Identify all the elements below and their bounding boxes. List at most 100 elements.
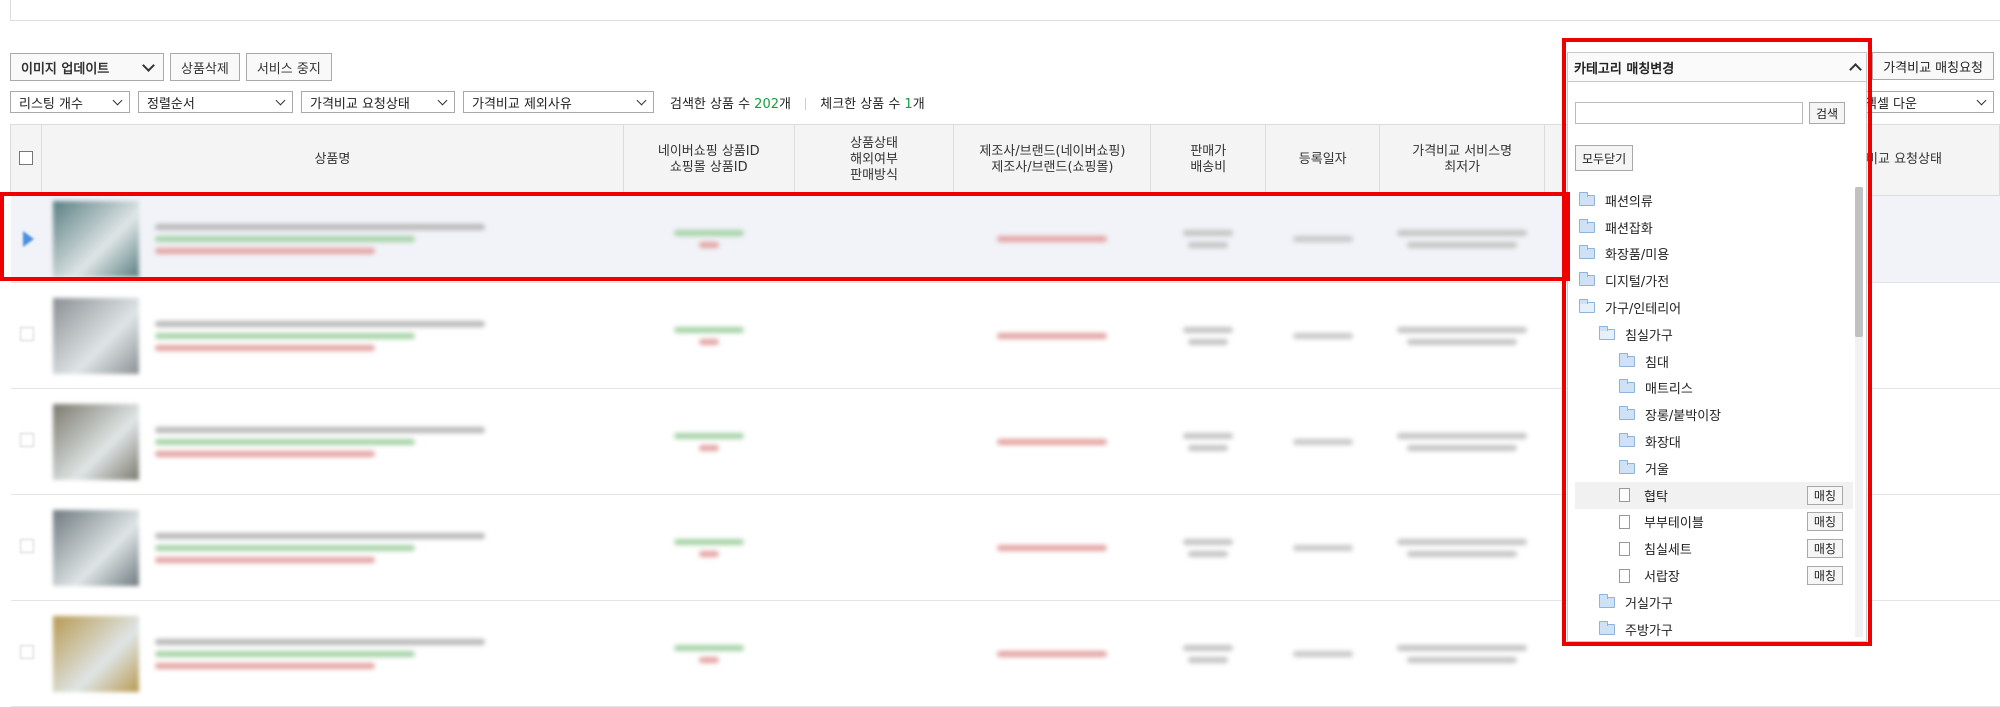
stop-service-button[interactable]: 서비스 중지: [245, 53, 332, 81]
category-tree-item[interactable]: 패션의류: [1575, 187, 1853, 214]
product-thumbnail[interactable]: [53, 509, 140, 586]
product-thumbnail[interactable]: [53, 615, 140, 692]
table-cell: [953, 600, 1151, 707]
product-name-blurred[interactable]: [155, 421, 495, 463]
table-cell: [953, 494, 1151, 601]
category-label: 디지털/가전: [1605, 275, 1670, 291]
select-all-cell: [10, 124, 42, 196]
row-checkbox[interactable]: [19, 326, 34, 341]
excel-download-select[interactable]: 엑셀 다운: [1856, 91, 1994, 113]
category-tree-item[interactable]: 거울: [1575, 455, 1853, 482]
table-cell: [41, 195, 624, 283]
col-status-line1: 상품상태: [850, 136, 898, 151]
select-all-checkbox[interactable]: [18, 150, 33, 165]
scrollbar-thumb[interactable]: [1855, 187, 1863, 337]
row-checkbox[interactable]: [19, 538, 34, 553]
table-cell: [1150, 195, 1266, 283]
category-tree-item[interactable]: 장롱/붙박이장: [1575, 401, 1853, 428]
category-tree-item[interactable]: 서랍장 매칭: [1575, 562, 1853, 589]
category-tree-item[interactable]: 화장대: [1575, 428, 1853, 455]
ids-blurred: [623, 326, 794, 345]
col-status-line2: 해외여부: [850, 152, 898, 167]
chevron-up-icon[interactable]: [1849, 62, 1862, 76]
category-tree-item[interactable]: 부부테이블 매칭: [1575, 509, 1853, 536]
listing-count-label: 리스팅 개수: [19, 96, 83, 112]
ids-blurred: [623, 230, 794, 248]
listing-count-select[interactable]: 리스팅 개수: [10, 91, 130, 113]
product-name-blurred[interactable]: [155, 633, 495, 675]
product-name-blurred[interactable]: [155, 527, 495, 569]
category-tree-item[interactable]: 패션잡화: [1575, 214, 1853, 241]
sort-order-select[interactable]: 정렬순서: [138, 91, 293, 113]
date-blurred: [1266, 438, 1380, 445]
top-filter-panel: [10, 0, 2000, 21]
row-selected-indicator: [22, 231, 34, 247]
table-cell: [10, 195, 42, 283]
match-button[interactable]: 매칭: [1806, 485, 1843, 505]
folder-icon: [1599, 593, 1615, 608]
col-price[interactable]: 판매가 배송비: [1150, 124, 1267, 196]
category-tree-item[interactable]: 화장품/미용: [1575, 241, 1853, 268]
request-status-select[interactable]: 가격비교 요청상태: [301, 91, 455, 113]
folder-icon: [1619, 406, 1635, 421]
price-match-request-button[interactable]: 가격비교 매칭요청: [1872, 52, 1994, 80]
category-search: 검색: [1575, 102, 1846, 124]
table-cell: [794, 195, 954, 283]
product-thumbnail[interactable]: [53, 201, 140, 277]
category-tree-item[interactable]: 침실세트 매칭: [1575, 535, 1853, 562]
category-tree-item[interactable]: 협탁 매칭: [1575, 481, 1853, 509]
category-tree-item[interactable]: 침대: [1575, 348, 1853, 375]
table-cell: [1150, 600, 1266, 707]
col-service-line1: 가격비교 서비스명: [1412, 144, 1513, 159]
col-status-line3: 판매방식: [850, 168, 898, 183]
product-thumbnail[interactable]: [53, 297, 140, 374]
col-brand[interactable]: 제조사/브랜드(네이버쇼핑) 제조사/브랜드(쇼핑몰): [953, 124, 1152, 196]
image-update-dropdown[interactable]: 이미지 업데이트: [10, 53, 164, 81]
category-tree-item[interactable]: 거실가구: [1575, 589, 1853, 616]
row-checkbox[interactable]: [19, 432, 34, 447]
product-cell: [41, 403, 623, 480]
col-price-line1: 판매가: [1190, 144, 1227, 159]
col-product-ids[interactable]: 네이버쇼핑 상품ID 쇼핑몰 상품ID: [622, 124, 795, 196]
brand-blurred: [954, 438, 1151, 445]
category-tree-item[interactable]: 디지털/가전: [1575, 267, 1853, 294]
category-label: 협탁: [1644, 489, 1668, 505]
col-status[interactable]: 상품상태 해외여부 판매방식: [793, 124, 955, 196]
category-search-button[interactable]: 검색: [1809, 102, 1846, 124]
folder-icon: [1579, 272, 1595, 287]
col-date[interactable]: 등록일자: [1265, 124, 1381, 196]
category-panel-header[interactable]: 카테고리 매칭변경: [1568, 53, 1866, 82]
document-icon: [1619, 488, 1630, 503]
category-label: 화장품/미용: [1605, 248, 1670, 264]
exclude-reason-select[interactable]: 가격비교 제외사유: [463, 91, 654, 113]
table-cell: [41, 388, 624, 495]
tree-scrollbar[interactable]: [1855, 187, 1863, 637]
price-blurred: [1151, 644, 1266, 663]
product-name-blurred[interactable]: [155, 218, 495, 260]
category-search-input[interactable]: [1575, 102, 1803, 124]
col-price-line2: 배송비: [1190, 160, 1227, 175]
table-cell: [10, 388, 42, 495]
product-thumbnail[interactable]: [53, 403, 140, 480]
category-matching-panel: 카테고리 매칭변경 검색 모두닫기 패션의류 패션잡화화장품/미용디지털/가전가구…: [1567, 52, 1867, 642]
match-button[interactable]: 매칭: [1806, 566, 1843, 586]
match-button[interactable]: 매칭: [1806, 539, 1843, 559]
category-tree-item[interactable]: 가구/인테리어: [1575, 294, 1853, 321]
match-button[interactable]: 매칭: [1806, 512, 1843, 532]
row-checkbox[interactable]: [19, 644, 34, 659]
product-name-blurred[interactable]: [155, 315, 495, 357]
category-tree-item[interactable]: 침실가구: [1575, 321, 1853, 348]
col-product-name[interactable]: 상품명: [40, 124, 624, 196]
collapse-all-button[interactable]: 모두닫기: [1575, 145, 1634, 171]
category-tree-item[interactable]: 주방가구: [1575, 616, 1853, 637]
category-tree-item[interactable]: 매트리스: [1575, 375, 1853, 402]
chevron-down-icon: [112, 95, 123, 105]
category-panel-title: 카테고리 매칭변경: [1574, 61, 1675, 77]
delete-product-button[interactable]: 상품삭제: [170, 53, 240, 81]
folder-icon: [1619, 352, 1635, 367]
category-label: 가구/인테리어: [1605, 302, 1682, 318]
count-summary: 검색한 상품 수 202개 체크한 상품 수 1개: [670, 93, 925, 112]
folder-open-icon: [1579, 299, 1595, 314]
col-service[interactable]: 가격비교 서비스명 최저가: [1379, 124, 1546, 196]
ids-blurred: [623, 538, 794, 557]
